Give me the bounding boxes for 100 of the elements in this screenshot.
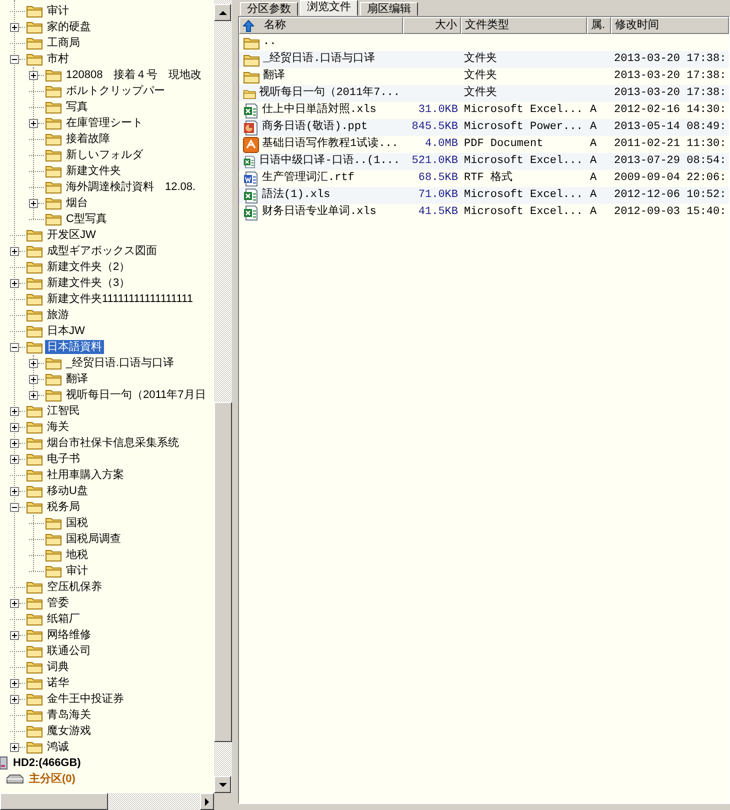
expand-icon[interactable]	[10, 406, 19, 416]
expand-icon[interactable]	[10, 22, 19, 32]
expand-icon[interactable]	[10, 678, 19, 688]
folder-item[interactable]: 社用車購入方案	[45, 468, 126, 482]
folder-item[interactable]: 日本語資料	[45, 340, 104, 354]
folder-item[interactable]: 旅游	[45, 308, 71, 322]
folder-item[interactable]: _经贸日语.口语与口译	[64, 356, 176, 370]
scroll-right-button[interactable]	[200, 793, 214, 810]
file-name-text[interactable]: 仕上中日単語対照.xls	[262, 102, 376, 119]
expand-icon[interactable]	[10, 438, 19, 448]
expand-icon[interactable]	[29, 198, 38, 208]
folder-item[interactable]: 在庫管理シート	[64, 116, 145, 130]
folder-item[interactable]: 国税局调查	[64, 532, 123, 546]
folder-item[interactable]: 税务局	[45, 500, 82, 514]
scroll-up-button[interactable]	[214, 4, 231, 21]
file-name-text[interactable]: 日语中级口译-口语..(1...	[259, 153, 400, 170]
folder-item[interactable]: 诺华	[45, 676, 71, 690]
expand-icon[interactable]	[10, 454, 19, 464]
folder-item[interactable]: 电子书	[45, 452, 82, 466]
sort-up-icon	[243, 20, 254, 32]
folder-item[interactable]: 空压机保养	[45, 580, 104, 594]
folder-item[interactable]: 接着故障	[64, 132, 112, 146]
folder-item[interactable]: 魔女游戏	[45, 724, 93, 738]
expand-icon[interactable]	[29, 70, 38, 80]
file-name-text[interactable]: 商务日语(敬语).ppt	[262, 119, 368, 136]
folder-item[interactable]: 新建文件夹（2）	[45, 260, 132, 274]
folder-item[interactable]: ボルトクリップパー	[64, 84, 167, 98]
expand-icon[interactable]	[10, 694, 19, 704]
file-type: Microsoft Excel...	[464, 104, 583, 116]
file-name-text[interactable]: 视听每日一句（2011年7...	[259, 85, 400, 102]
collapse-icon[interactable]	[10, 54, 19, 64]
expand-icon[interactable]	[29, 390, 38, 400]
folder-item[interactable]: 海关	[45, 420, 71, 434]
vertical-scrollbar[interactable]	[214, 0, 232, 793]
attribute-column-header[interactable]: 属.	[587, 17, 611, 34]
folder-item[interactable]: 审计	[45, 4, 71, 18]
folder-item[interactable]: 海外調達検討資料 12.08.	[64, 180, 198, 194]
folder-item[interactable]: 日本JW	[45, 324, 87, 338]
tab[interactable]: 扇区编辑	[360, 2, 418, 16]
file-name-text[interactable]: 語法(1).xls	[262, 187, 330, 204]
expand-icon[interactable]	[29, 118, 38, 128]
folder-item[interactable]: 移动U盘	[45, 484, 90, 498]
modified-column-header[interactable]: 修改时间	[611, 17, 729, 34]
expand-icon[interactable]	[10, 630, 19, 640]
expand-icon[interactable]	[29, 374, 38, 384]
expand-icon[interactable]	[10, 246, 19, 256]
folder-item[interactable]: 工商局	[45, 36, 82, 50]
file-name-text[interactable]: ..	[263, 34, 276, 51]
modified-time: 2013-03-20 17:38:	[614, 87, 726, 100]
folder-item[interactable]: 新建文件夹11111111111111111	[45, 292, 195, 306]
folder-item[interactable]: 翻译	[64, 372, 90, 386]
collapse-icon[interactable]	[10, 502, 19, 512]
scroll-thumb[interactable]	[214, 402, 232, 742]
folder-item[interactable]: 成型ギアボックス図面	[45, 244, 159, 258]
horizontal-scrollbar[interactable]	[0, 793, 214, 810]
folder-item[interactable]: 家的硬盘	[45, 20, 93, 34]
folder-item[interactable]: 青岛海关	[45, 708, 93, 722]
expand-icon[interactable]	[10, 422, 19, 432]
file-name-text[interactable]: 基础日语写作教程1试读...	[262, 136, 398, 153]
folder-item[interactable]: 烟台	[64, 196, 90, 210]
tab[interactable]: 浏览文件	[300, 0, 358, 16]
folder-item[interactable]: 新しいフォルダ	[64, 148, 145, 162]
folder-item[interactable]: 开发区JW	[45, 228, 98, 242]
collapse-icon[interactable]	[10, 342, 19, 352]
expand-icon[interactable]	[10, 486, 19, 496]
folder-item[interactable]: 联通公司	[45, 644, 93, 658]
file-name-text[interactable]: 财务日语专业单词.xls	[262, 204, 376, 221]
folder-item[interactable]: 新建文件夹（3）	[45, 276, 132, 290]
size-column-header[interactable]: 大小	[403, 17, 461, 34]
expand-icon[interactable]	[29, 358, 38, 368]
file-name-text[interactable]: 生产管理词汇.rtf	[262, 170, 354, 187]
folder-item[interactable]: 纸箱厂	[45, 612, 82, 626]
folder-item[interactable]: 鸿诚	[45, 740, 71, 754]
folder-item[interactable]: 市村	[45, 52, 71, 66]
name-column-header[interactable]: 名称	[239, 17, 403, 34]
folder-item[interactable]: 江智民	[45, 404, 82, 418]
tab[interactable]: 分区参数	[240, 2, 298, 16]
folder-item[interactable]: 网络维修	[45, 628, 93, 642]
partition-label[interactable]: 主分区(0)	[27, 772, 78, 786]
disk-label[interactable]: HD2:(466GB)	[11, 756, 83, 770]
folder-item[interactable]: 120808 接着４号 現地改	[64, 68, 204, 82]
expand-icon[interactable]	[10, 598, 19, 608]
folder-item[interactable]: 烟台市社保卡信息采集系统	[45, 436, 181, 450]
folder-item[interactable]: 审计	[64, 564, 90, 578]
file-name-text[interactable]: 翻译	[263, 68, 285, 85]
folder-item[interactable]: 管委	[45, 596, 71, 610]
folder-item[interactable]: 新建文件夹	[64, 164, 123, 178]
expand-icon[interactable]	[10, 742, 19, 752]
type-column-header[interactable]: 文件类型	[461, 17, 587, 34]
scroll-down-button[interactable]	[214, 776, 231, 793]
scroll-thumb[interactable]	[0, 793, 108, 810]
folder-item[interactable]: 写真	[64, 100, 90, 114]
folder-item[interactable]: 视听每日一句（2011年7月日	[64, 388, 208, 402]
folder-item[interactable]: 国税	[64, 516, 90, 530]
folder-item[interactable]: C型写真	[64, 212, 109, 226]
folder-item[interactable]: 金牛王中投证券	[45, 692, 126, 706]
folder-item[interactable]: 词典	[45, 660, 71, 674]
folder-item[interactable]: 地税	[64, 548, 90, 562]
expand-icon[interactable]	[10, 278, 19, 288]
file-name-text[interactable]: _经贸日语.口语与口译	[263, 51, 376, 68]
